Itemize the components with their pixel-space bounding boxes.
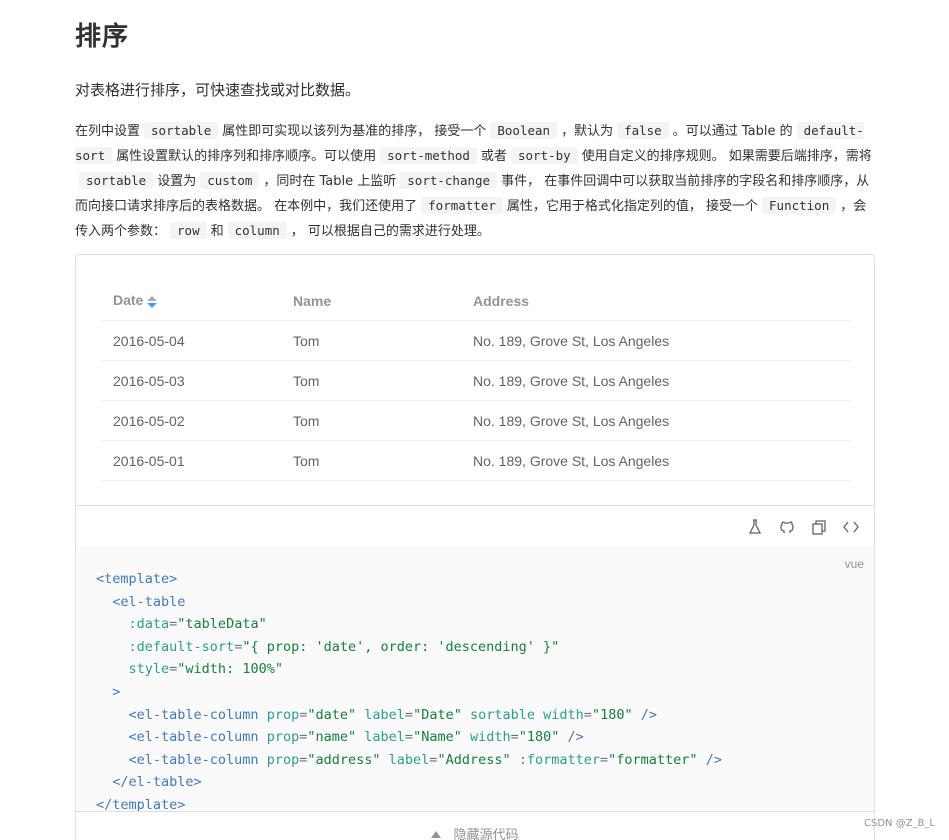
column-header-name: Name xyxy=(293,292,332,309)
cell-date: 2016-05-04 xyxy=(113,332,185,349)
copy-icon[interactable] xyxy=(810,518,828,536)
page-title: 排序 xyxy=(75,22,130,52)
page-subtitle: 对表格进行排序，可快速查找或对比数据。 xyxy=(75,81,361,99)
demo-toolbar xyxy=(76,505,874,547)
cell-name: Tom xyxy=(293,332,320,349)
table-row: 2016-05-02 Tom No. 189, Grove St, Los An… xyxy=(101,401,851,441)
table-row: 2016-05-04 Tom No. 189, Grove St, Los An… xyxy=(101,321,851,361)
source-code: vue <template> <el-table :data="tableData… xyxy=(76,547,874,813)
code-language-label: vue xyxy=(844,557,864,571)
sort-caret-icon[interactable] xyxy=(147,295,158,309)
cell-date: 2016-05-02 xyxy=(113,412,185,429)
cell-address: No. 189, Grove St, Los Angeles xyxy=(473,372,670,389)
table-row: 2016-05-01 Tom No. 189, Grove St, Los An… xyxy=(101,441,851,481)
table-row: 2016-05-03 Tom No. 189, Grove St, Los An… xyxy=(101,361,851,401)
demo-block: Date Name Address 2016-05-04 Tom No. 189… xyxy=(75,254,875,840)
cell-name: Tom xyxy=(293,452,320,469)
cell-name: Tom xyxy=(293,372,320,389)
cell-date: 2016-05-01 xyxy=(113,452,185,469)
playground-flask-icon[interactable] xyxy=(746,518,764,536)
table-header: Date Name Address xyxy=(101,281,851,321)
caret-up-icon xyxy=(431,831,442,838)
data-table: Date Name Address 2016-05-04 Tom No. 189… xyxy=(101,281,851,481)
cell-date: 2016-05-03 xyxy=(113,372,185,389)
column-header-address: Address xyxy=(473,292,530,309)
column-header-date[interactable]: Date xyxy=(101,292,281,308)
code-toggle-icon[interactable] xyxy=(842,518,860,536)
cell-address: No. 189, Grove St, Los Angeles xyxy=(473,452,670,469)
description: 在列中设置 sortable 属性即可实现以该列为基准的排序， 接受一个 Boolea… xyxy=(75,122,872,239)
hide-source-button[interactable]: 隐藏源代码 xyxy=(76,811,874,840)
watermark: CSDN @Z_B_L xyxy=(864,818,935,829)
github-icon[interactable] xyxy=(778,518,796,536)
cell-name: Tom xyxy=(293,412,320,429)
cell-address: No. 189, Grove St, Los Angeles xyxy=(473,332,670,349)
cell-address: No. 189, Grove St, Los Angeles xyxy=(473,412,670,429)
